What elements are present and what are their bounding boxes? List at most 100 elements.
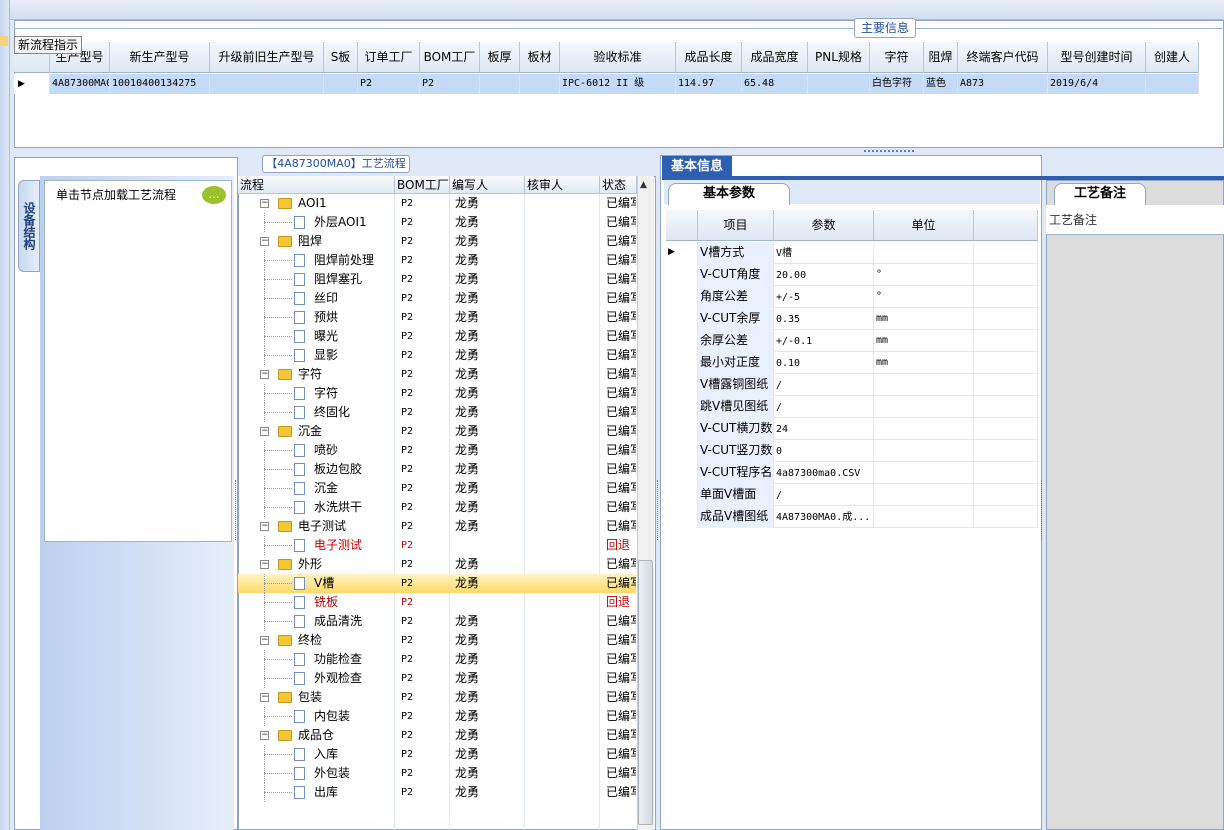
main-col-header[interactable]: 板材 <box>520 42 560 73</box>
main-cell[interactable]: 4A87300MA0 <box>50 74 110 94</box>
expand-icon[interactable]: − <box>260 237 269 246</box>
tab-process-remark[interactable]: 工艺备注 <box>1054 183 1146 205</box>
tree-row[interactable]: 显影 P2 龙勇 已编写 <box>238 346 636 365</box>
tree-col-header[interactable]: 编写人 <box>450 176 525 194</box>
tree-row[interactable]: V槽 P2 龙勇 已编写 <box>238 574 636 593</box>
main-cell[interactable] <box>324 74 358 94</box>
expand-icon[interactable]: − <box>260 731 269 740</box>
scroll-up-icon[interactable]: ▲ <box>640 180 650 190</box>
tree-row[interactable]: 入库 P2 龙勇 已编写 <box>238 745 636 764</box>
tree-row[interactable]: 板边包胶 P2 龙勇 已编写 <box>238 460 636 479</box>
tree-row[interactable]: 字符 P2 龙勇 已编写 <box>238 384 636 403</box>
main-cell[interactable]: P2 <box>420 74 480 94</box>
expand-icon[interactable]: − <box>260 370 269 379</box>
tree-row[interactable]: 阻焊前处理 P2 龙勇 已编写 <box>238 251 636 270</box>
expand-icon[interactable]: − <box>260 427 269 436</box>
param-col-header[interactable]: 项目 <box>698 210 774 241</box>
tree-row[interactable]: 预烘 P2 龙勇 已编写 <box>238 308 636 327</box>
main-col-header[interactable]: S板 <box>324 42 358 73</box>
tree-row[interactable]: 电子测试 P2 回退 <box>238 536 636 555</box>
param-row[interactable]: V槽露铜图纸 / <box>666 374 1038 396</box>
main-cell[interactable] <box>808 74 870 94</box>
node-list-box[interactable] <box>44 180 232 542</box>
param-col-header[interactable]: 单位 <box>874 210 974 241</box>
param-value[interactable]: 4a87300ma0.CSV <box>774 462 874 484</box>
tab-basic-params[interactable]: 基本参数 <box>668 183 790 205</box>
tree-col-header[interactable]: 流程 <box>238 176 395 194</box>
main-cell[interactable] <box>210 74 324 94</box>
param-row[interactable]: 角度公差 +/-5 ° <box>666 286 1038 308</box>
expand-icon[interactable]: − <box>260 199 269 208</box>
tree-row[interactable]: − 终检 P2 龙勇 已编写 <box>238 631 636 650</box>
param-col-header[interactable]: 参数 <box>774 210 874 241</box>
main-col-header[interactable]: 验收标准 <box>560 42 676 73</box>
main-col-header[interactable]: 字符 <box>870 42 924 73</box>
param-row[interactable]: 最小对正度 0.10 mm <box>666 352 1038 374</box>
param-value[interactable]: V槽 <box>774 242 874 264</box>
tree-col-header[interactable]: 核审人 <box>525 176 600 194</box>
tree-row[interactable]: 喷砂 P2 龙勇 已编写 <box>238 441 636 460</box>
main-col-header[interactable]: 成品长度 <box>676 42 742 73</box>
main-col-header[interactable]: 新生产型号 <box>110 42 210 73</box>
tree-row[interactable]: − AOI1 P2 龙勇 已编写 <box>238 194 636 213</box>
main-cell[interactable] <box>1146 74 1199 94</box>
main-col-header[interactable]: 成品宽度 <box>742 42 808 73</box>
param-row[interactable]: 跳V槽见图纸 / <box>666 396 1038 418</box>
param-row[interactable]: 余厚公差 +/-0.1 mm <box>666 330 1038 352</box>
param-row[interactable]: V-CUT余厚 0.35 mm <box>666 308 1038 330</box>
main-cell[interactable]: A873 <box>958 74 1048 94</box>
param-value[interactable]: 0.35 <box>774 308 874 330</box>
main-col-header[interactable]: 型号创建时间 <box>1048 42 1146 73</box>
splitter-grip-icon[interactable] <box>1041 480 1045 540</box>
param-row[interactable]: 成品V槽图纸 4A87300MA0.成... <box>666 506 1038 528</box>
main-col-header[interactable]: BOM工厂 <box>420 42 480 73</box>
tree-row[interactable]: − 成品仓 P2 龙勇 已编写 <box>238 726 636 745</box>
tree-row[interactable]: 丝印 P2 龙勇 已编写 <box>238 289 636 308</box>
expand-icon[interactable]: − <box>260 693 269 702</box>
tree-row[interactable]: 外层AOI1 P2 龙勇 已编写 <box>238 213 636 232</box>
main-cell[interactable]: 白色字符 <box>870 74 924 94</box>
tree-row[interactable]: 功能检查 P2 龙勇 已编写 <box>238 650 636 669</box>
scroll-thumb[interactable] <box>638 560 653 825</box>
tree-row[interactable]: 沉金 P2 龙勇 已编写 <box>238 479 636 498</box>
main-cell[interactable]: 65.48 <box>742 74 808 94</box>
tree-row[interactable]: − 沉金 P2 龙勇 已编写 <box>238 422 636 441</box>
param-value[interactable]: 20.00 <box>774 264 874 286</box>
tree-row[interactable]: − 电子测试 P2 龙勇 已编写 <box>238 517 636 536</box>
main-col-header[interactable]: PNL规格 <box>808 42 870 73</box>
param-row[interactable]: V-CUT横刀数 24 <box>666 418 1038 440</box>
param-value[interactable]: 4A87300MA0.成... <box>774 506 874 528</box>
main-cell[interactable]: 蓝色 <box>924 74 958 94</box>
param-value[interactable]: 24 <box>774 418 874 440</box>
tree-row[interactable]: 外观检查 P2 龙勇 已编写 <box>238 669 636 688</box>
param-value[interactable]: +/-5 <box>774 286 874 308</box>
main-col-header[interactable]: 创建人 <box>1146 42 1199 73</box>
tree-row[interactable]: 终固化 P2 龙勇 已编写 <box>238 403 636 422</box>
main-col-header[interactable]: 阻焊 <box>924 42 958 73</box>
param-value[interactable]: / <box>774 484 874 506</box>
param-value[interactable]: 0 <box>774 440 874 462</box>
main-col-header[interactable]: 订单工厂 <box>358 42 420 73</box>
tree-row[interactable]: − 字符 P2 龙勇 已编写 <box>238 365 636 384</box>
tab-equipment-structure[interactable]: 设备结构 <box>18 180 40 272</box>
param-value[interactable]: 0.10 <box>774 352 874 374</box>
tree-row[interactable]: − 包装 P2 龙勇 已编写 <box>238 688 636 707</box>
main-cell[interactable]: 2019/6/4 <box>1048 74 1146 94</box>
main-cell[interactable]: IPC-6012 II 级 <box>560 74 676 94</box>
tree-col-header[interactable]: 状态 <box>600 176 637 194</box>
tree-row[interactable]: 曝光 P2 龙勇 已编写 <box>238 327 636 346</box>
param-row[interactable]: V-CUT角度 20.00 ° <box>666 264 1038 286</box>
param-value[interactable]: / <box>774 396 874 418</box>
main-col-header[interactable]: 升级前旧生产型号 <box>210 42 324 73</box>
param-row[interactable]: ▶ V槽方式 V槽 <box>666 242 1038 264</box>
main-col-header[interactable]: 板厚 <box>480 42 520 73</box>
expand-icon[interactable]: − <box>260 522 269 531</box>
tree-row[interactable]: 铣板 P2 回退 <box>238 593 636 612</box>
tab-basic-info[interactable]: 基本信息 <box>662 156 732 178</box>
tree-row[interactable]: 出库 P2 龙勇 已编写 <box>238 783 636 802</box>
tree-row[interactable]: 成品清洗 P2 龙勇 已编写 <box>238 612 636 631</box>
main-cell[interactable]: 10010400134275 <box>110 74 210 94</box>
splitter-grip-icon[interactable] <box>235 480 239 540</box>
expand-icon[interactable]: − <box>260 560 269 569</box>
tree-row[interactable]: 内包装 P2 龙勇 已编写 <box>238 707 636 726</box>
